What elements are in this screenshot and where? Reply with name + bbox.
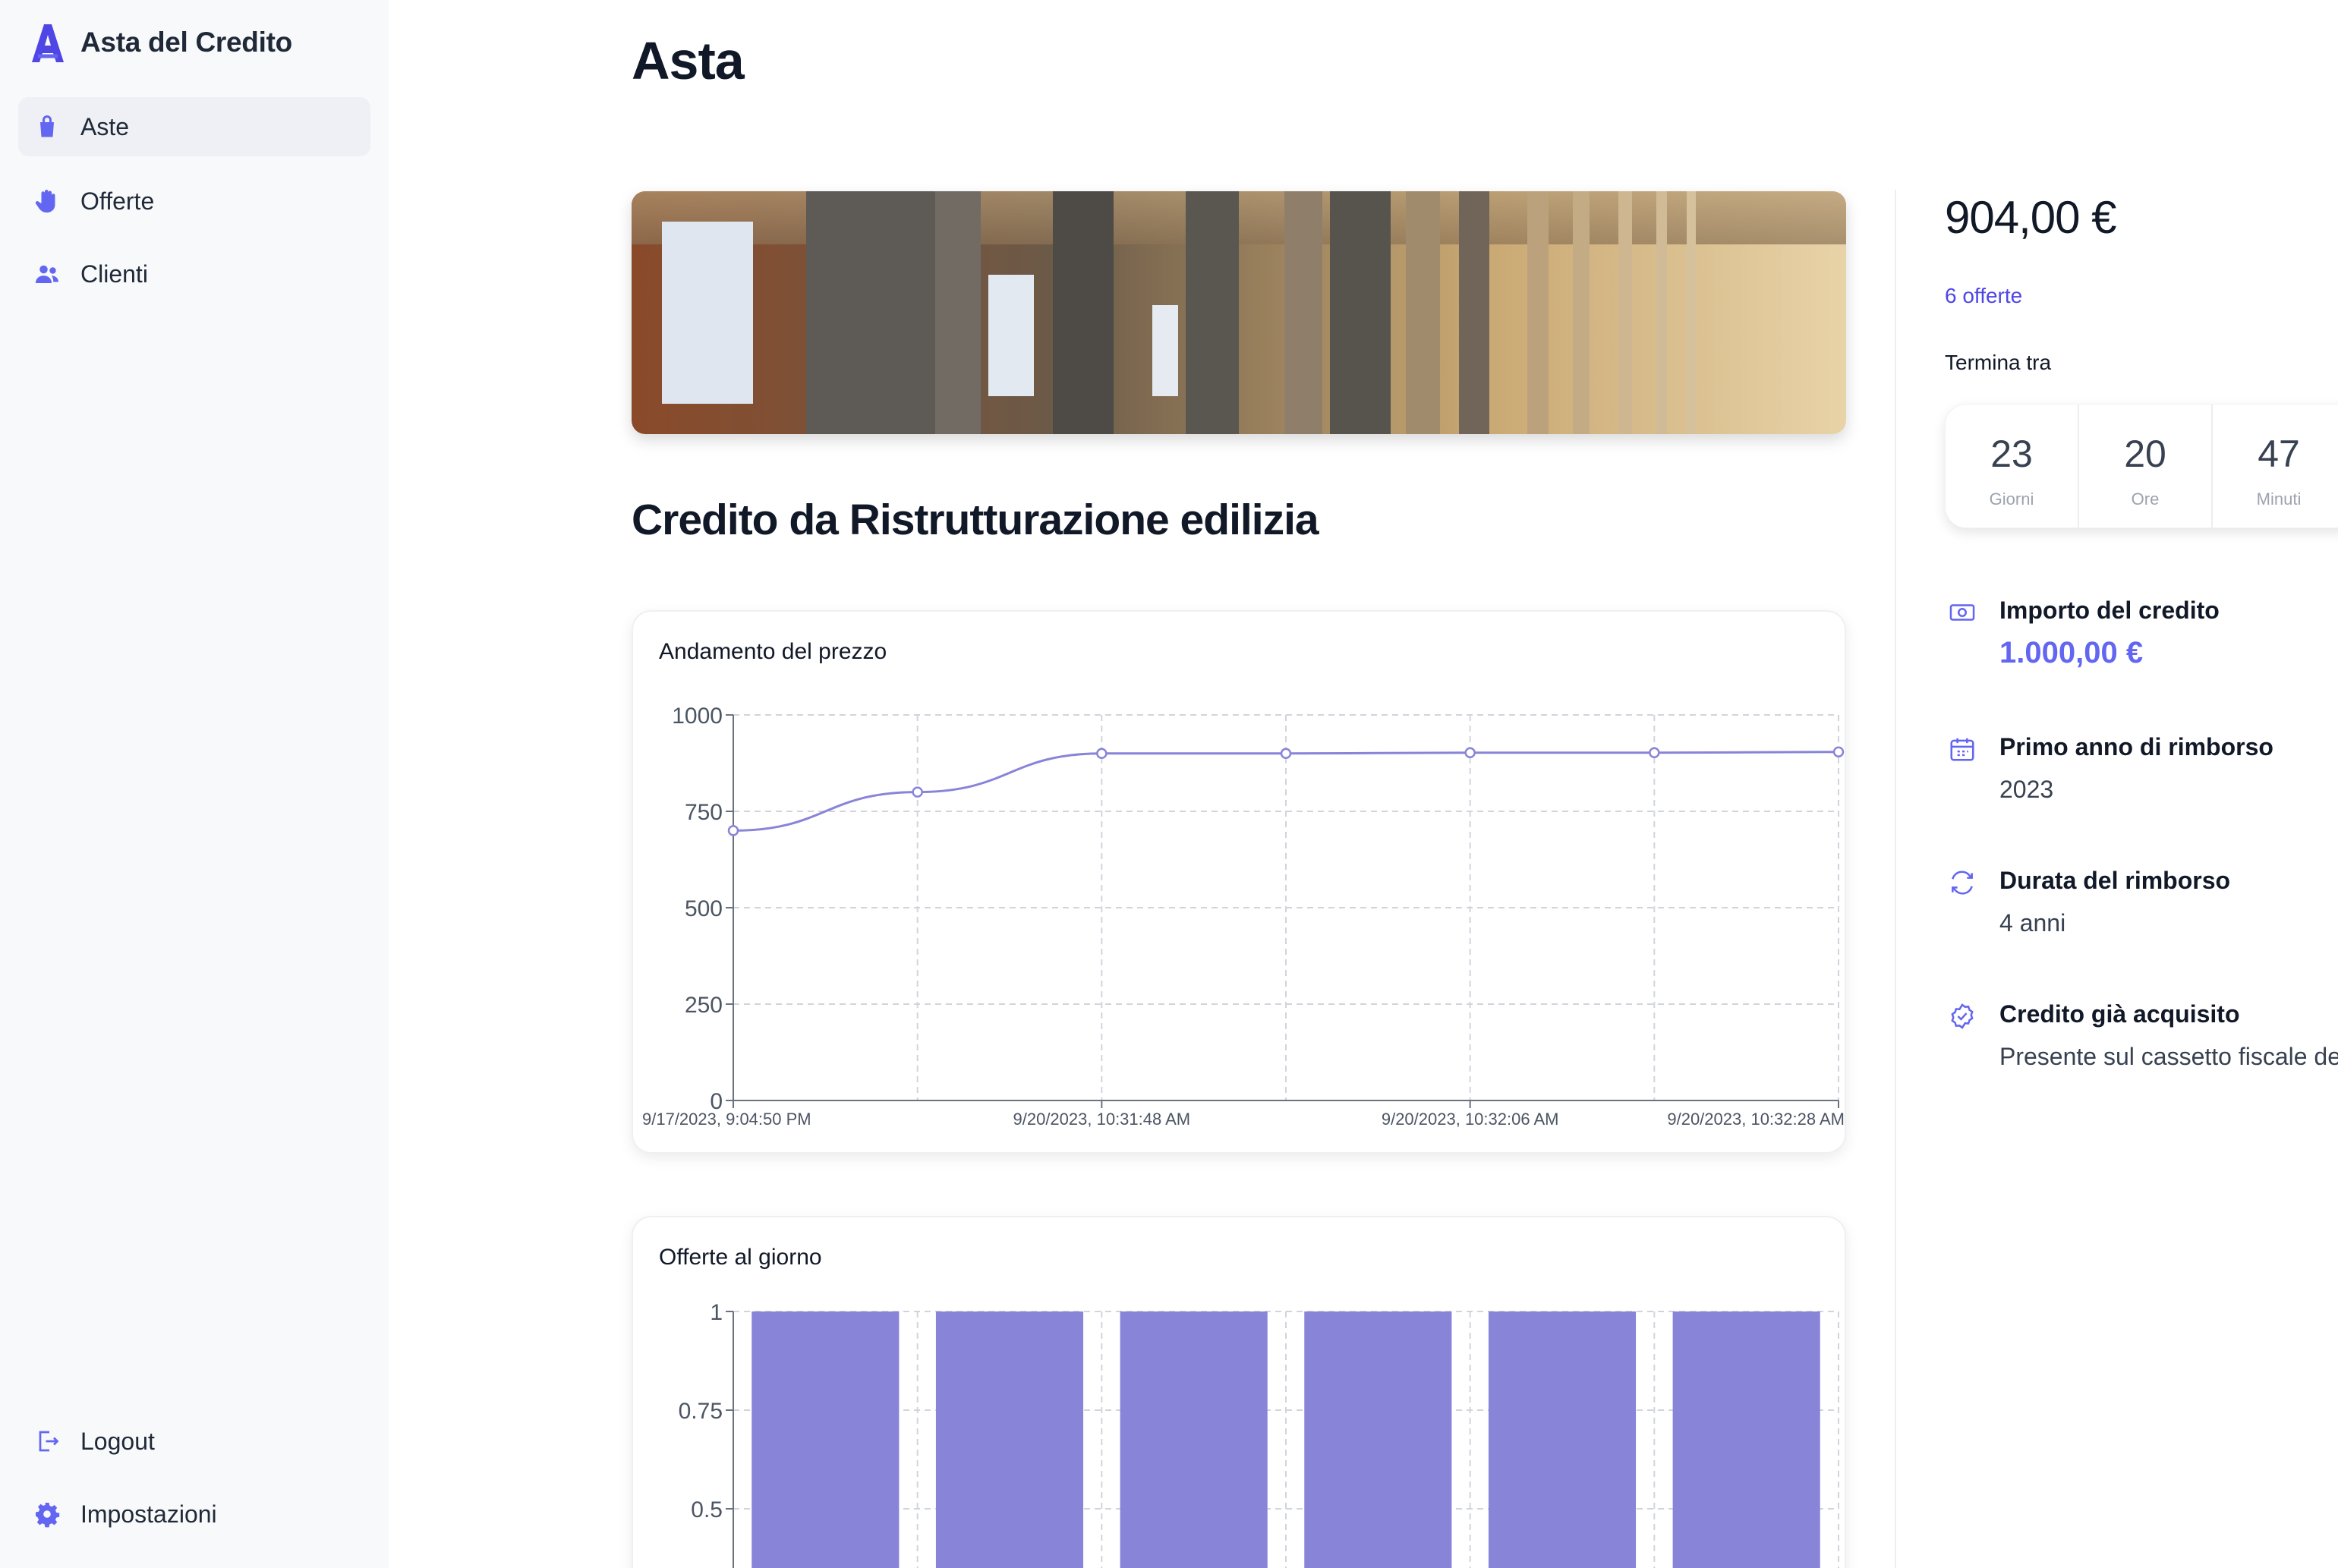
sidebar-item-label: Aste: [80, 112, 130, 140]
countdown: 23 Giorni 20 Ore 47 Minuti: [1945, 404, 2338, 528]
banknote-icon: [1948, 598, 1978, 628]
panel-divider: [1895, 190, 1896, 1568]
sidebar-item-clienti[interactable]: Clienti: [18, 244, 370, 304]
countdown-unit: Giorni: [1989, 490, 2034, 508]
countdown-unit: Ore: [2131, 490, 2160, 508]
data-point: [912, 786, 923, 798]
users-icon: [32, 259, 62, 289]
sidebar: Asta del Credito Aste Offerte Clienti Lo…: [0, 0, 389, 1568]
page-title: Asta: [632, 31, 745, 90]
bids-chart-card: Offerte al giorno 0.5 0.75 1: [632, 1216, 1846, 1568]
current-price: 904,00 €: [1945, 192, 2117, 243]
sidebar-item-label: Clienti: [80, 260, 148, 288]
calendar-icon: [1948, 735, 1978, 765]
bids-bar-chart: 0.5 0.75 1: [679, 1300, 1839, 1568]
y-tick-label: 500: [685, 896, 723, 921]
info-value: 4 anni: [1999, 909, 2066, 937]
countdown-value: 47: [2258, 433, 2300, 475]
hero-image: [632, 191, 1846, 434]
info-value: Presente sul cassetto fiscale de: [1999, 1043, 2338, 1070]
info-value: 2023: [1999, 776, 2054, 803]
bar: [752, 1311, 900, 1568]
offers-link[interactable]: 6 offerte: [1945, 284, 2022, 308]
info-label: Primo anno di rimborso: [1999, 733, 2273, 760]
check-badge-icon: [1948, 1002, 1978, 1032]
bar: [935, 1311, 1084, 1568]
sidebar-item-offerte[interactable]: Offerte: [18, 172, 370, 231]
data-point: [1832, 746, 1845, 758]
info-label: Importo del credito: [1999, 597, 2220, 624]
y-tick-label: 1: [710, 1300, 723, 1325]
y-tick-label: 0.75: [679, 1399, 723, 1424]
bar: [1672, 1311, 1820, 1568]
countdown-hours: 20 Ore: [2079, 405, 2213, 527]
logout-button[interactable]: Logout: [18, 1412, 370, 1471]
credit-title: Credito da Ristrutturazione edilizia: [632, 496, 1319, 544]
data-point: [1280, 748, 1292, 760]
x-tick-label: 9/20/2023, 10:32:28 AM: [1667, 1110, 1845, 1129]
y-tick-label: 250: [685, 993, 723, 1018]
y-tick-label: 0.5: [691, 1497, 723, 1522]
logout-icon: [32, 1426, 62, 1456]
app-logo-icon: [32, 24, 64, 62]
countdown-days: 23 Giorni: [1946, 405, 2079, 527]
bar: [1304, 1311, 1452, 1568]
countdown-value: 23: [1990, 433, 2033, 475]
data-point: [1096, 748, 1108, 760]
price-line-chart: 025050075010009/17/2023, 9:04:50 PM 9/20/…: [642, 704, 1845, 1129]
refresh-icon: [1948, 868, 1978, 899]
data-point: [1649, 747, 1660, 759]
data-point: [1464, 747, 1476, 759]
app-name: Asta del Credito: [80, 27, 292, 58]
ends-label: Termina tra: [1945, 351, 2052, 374]
info-value: 1.000,00 €: [1999, 636, 2144, 669]
sidebar-item-aste[interactable]: Aste: [18, 97, 370, 156]
settings-button[interactable]: Impostazioni: [18, 1485, 370, 1544]
price-chart-card: Andamento del prezzo 0 250 500 750 1000 9/17/…: [632, 610, 1846, 1154]
info-label: Credito già acquisito: [1999, 1000, 2240, 1028]
brand[interactable]: Asta del Credito: [29, 20, 292, 65]
bar: [1488, 1311, 1637, 1568]
hand-icon: [32, 186, 62, 216]
countdown-unit: Minuti: [2256, 490, 2302, 508]
gear-icon: [32, 1499, 62, 1529]
bar: [1120, 1311, 1268, 1568]
sidebar-item-label: Offerte: [80, 187, 155, 215]
sidebar-item-label: Impostazioni: [80, 1500, 217, 1528]
data-point: [727, 825, 739, 836]
y-tick-label: 750: [685, 800, 723, 825]
shopping-bag-icon: [32, 112, 62, 142]
countdown-value: 20: [2124, 433, 2166, 475]
y-tick-label: 1000: [672, 704, 723, 729]
x-tick-label: 9/20/2023, 10:31:48 AM: [1013, 1110, 1191, 1129]
countdown-minutes: 47 Minuti: [2213, 405, 2338, 527]
x-tick-label: 9/20/2023, 10:32:06 AM: [1382, 1110, 1559, 1129]
x-tick-label: 9/17/2023, 9:04:50 PM: [642, 1110, 811, 1129]
sidebar-item-label: Logout: [80, 1427, 155, 1455]
info-label: Durata del rimborso: [1999, 867, 2231, 894]
